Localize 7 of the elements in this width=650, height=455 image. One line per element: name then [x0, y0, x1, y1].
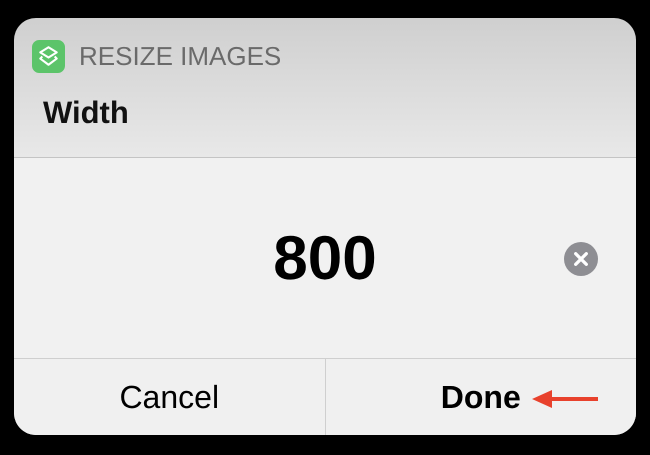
cancel-button[interactable]: Cancel: [119, 378, 220, 416]
app-name: RESIZE IMAGES: [79, 41, 282, 72]
done-button[interactable]: Done: [440, 378, 521, 416]
dialog-prompt: Width: [43, 95, 130, 131]
clear-icon[interactable]: [564, 242, 598, 276]
layers-icon: [32, 40, 65, 73]
input-field[interactable]: 800: [235, 222, 415, 294]
